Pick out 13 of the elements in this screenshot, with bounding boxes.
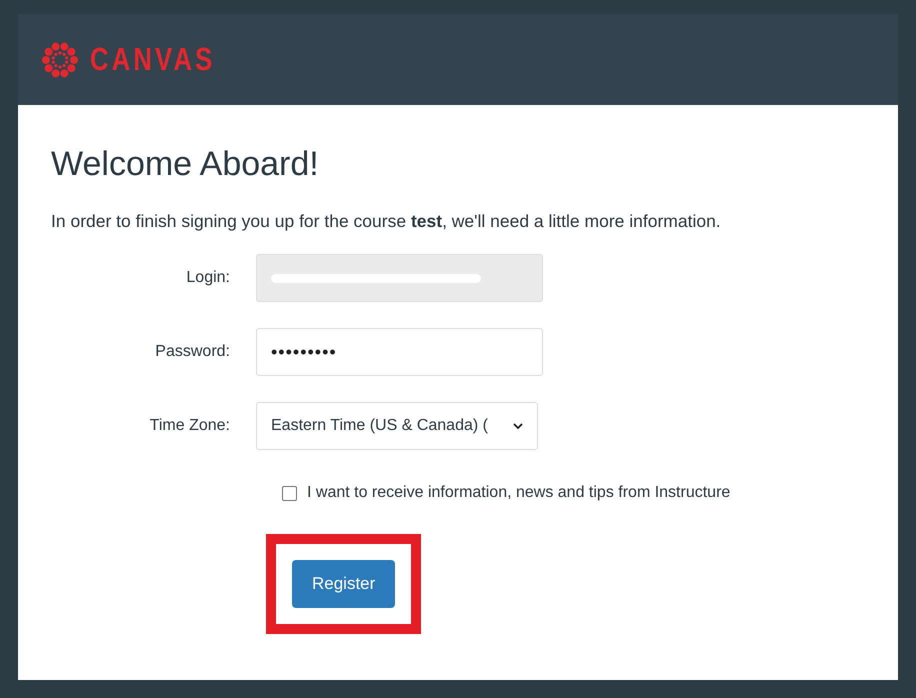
field-label: Login:: [185, 269, 231, 287]
intro-text: In order to finish signing you up for the course test, we'll need a little more information.: [51, 211, 722, 232]
logo-icon: [40, 40, 80, 80]
logo-text: CANVAS: [90, 41, 216, 78]
page-title: Welcome Aboard!: [51, 145, 320, 184]
field-label: Time Zone:: [148, 417, 231, 435]
password-field[interactable]: •••••••••: [256, 328, 543, 376]
caret-icon: [513, 423, 523, 429]
checkbox-label: I want to receive information, news and tips from Instructure: [307, 484, 730, 502]
register-button[interactable]: Register: [292, 560, 396, 608]
field-label: Password:: [154, 343, 231, 361]
checkbox[interactable]: [282, 486, 297, 500]
time-zone-select[interactable]: Eastern Time (US & Canada) (: [256, 402, 538, 450]
